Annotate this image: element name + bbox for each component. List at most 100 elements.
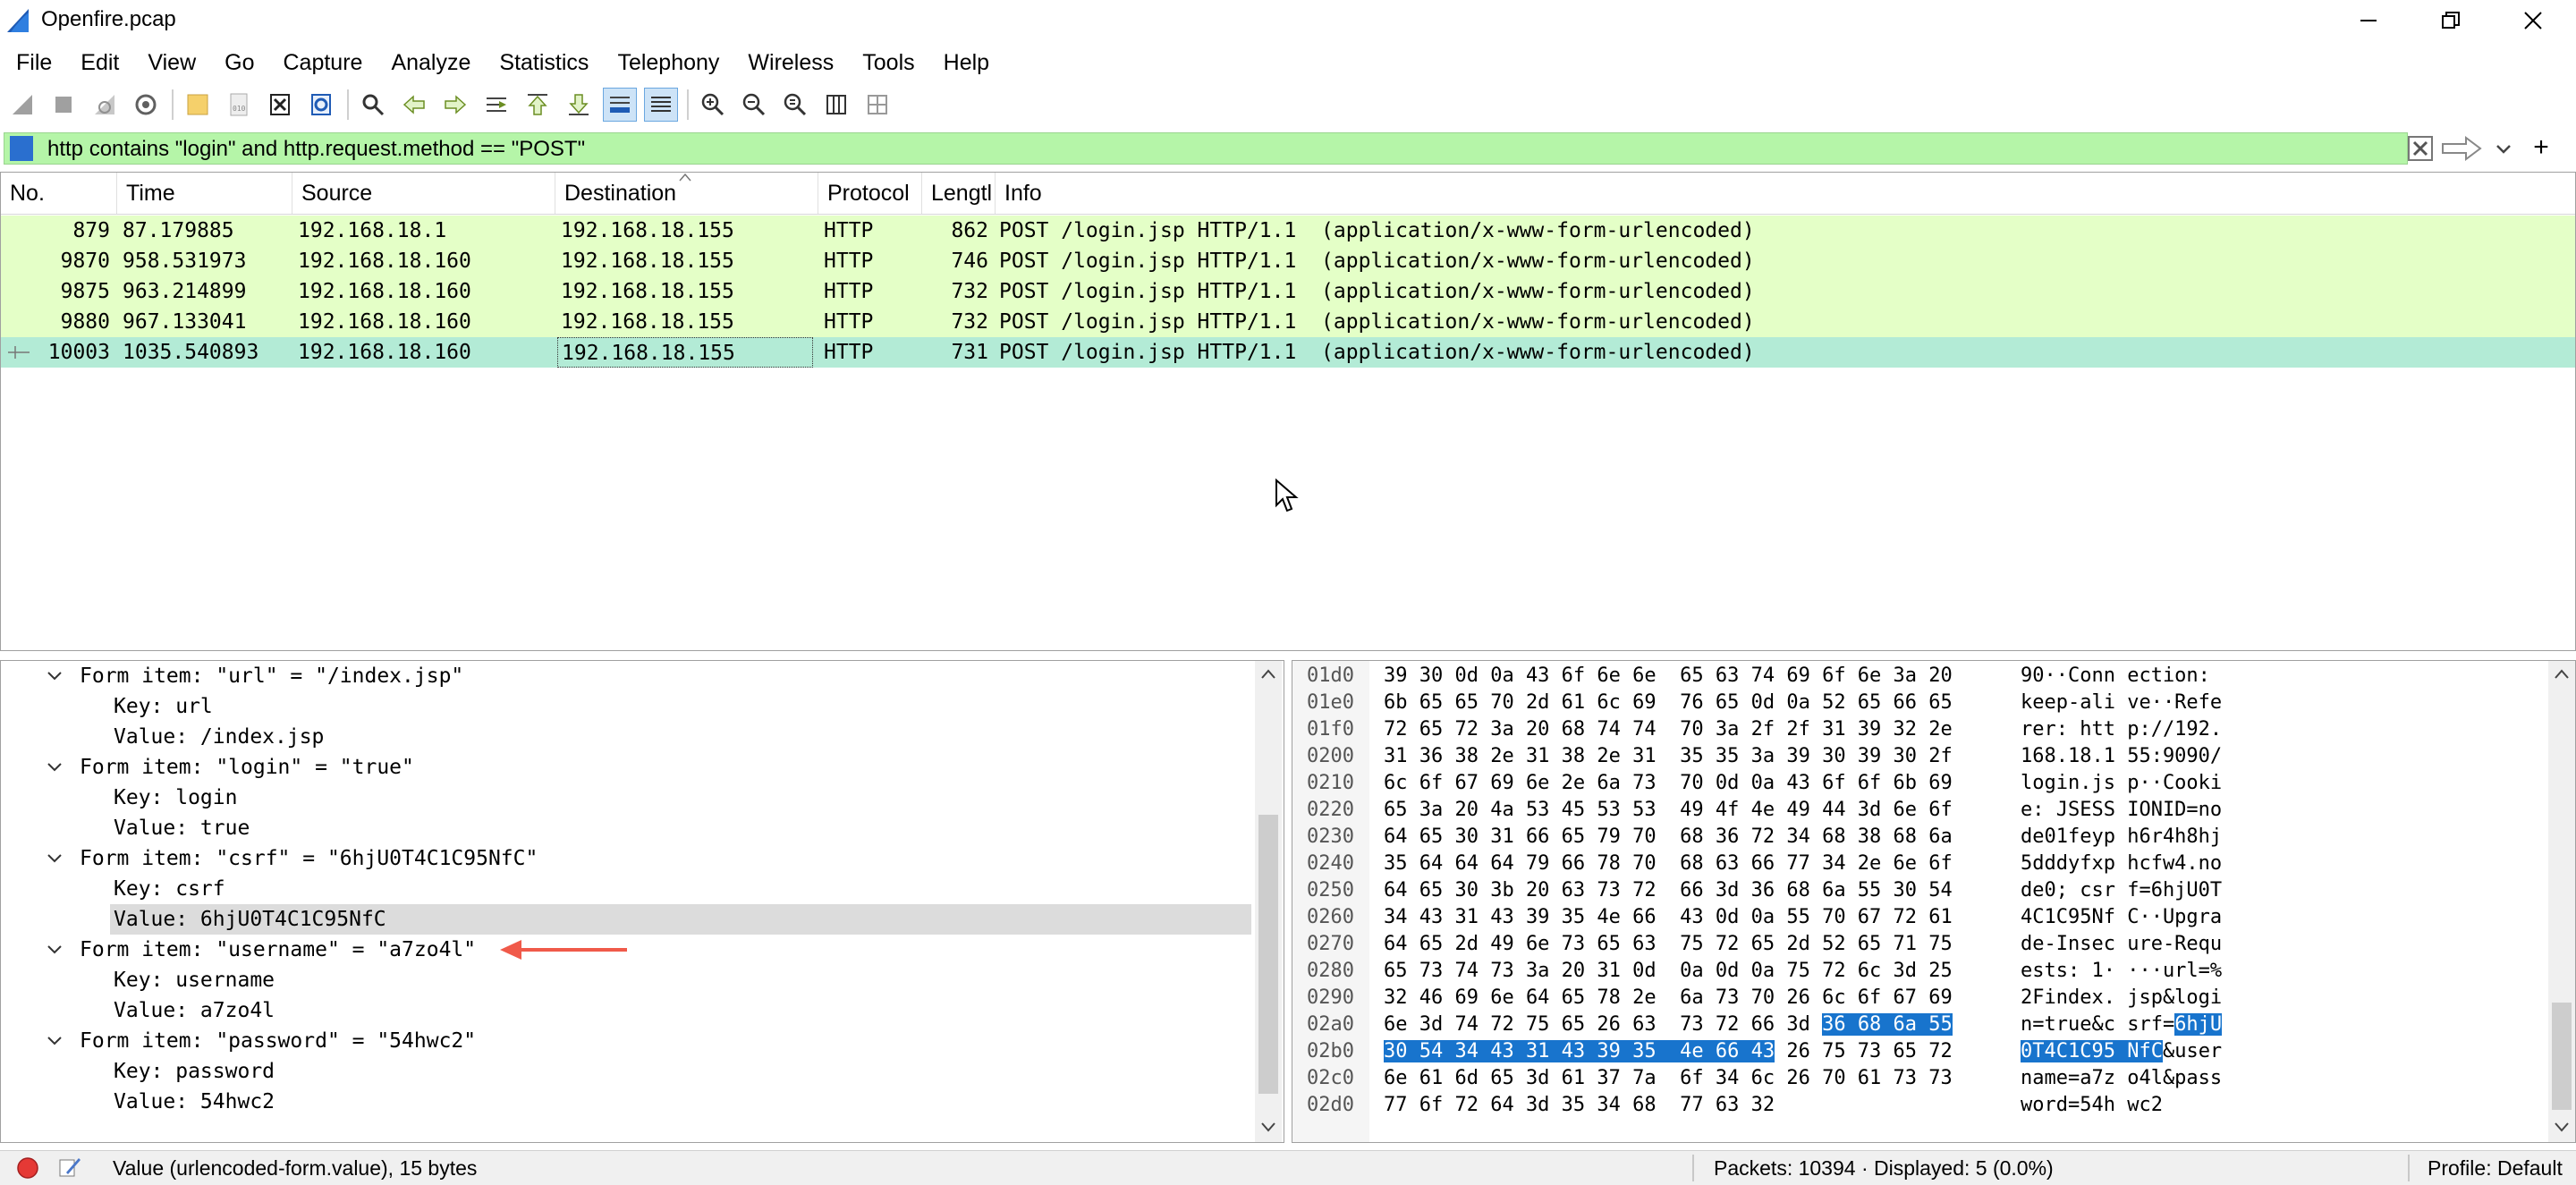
byte-hex: 26 75 73 65 72 — [1775, 1040, 1953, 1062]
menu-analyze[interactable]: Analyze — [377, 50, 485, 76]
open-file-button[interactable] — [181, 88, 215, 122]
gear-icon — [135, 94, 157, 115]
minimize-button[interactable] — [2327, 0, 2410, 41]
byte-ascii: 5dddyfxp hcfw4.no — [2021, 852, 2223, 875]
byte-ascii: &user — [2162, 1040, 2223, 1062]
menu-capture[interactable]: Capture — [269, 50, 377, 76]
chevron-down-icon[interactable] — [2491, 135, 2516, 162]
last-packet-button[interactable] — [562, 88, 596, 122]
byte-hex-selected: 30 54 34 43 31 43 39 35 4e 66 43 — [1384, 1040, 1775, 1062]
menu-help[interactable]: Help — [929, 50, 1004, 76]
menu-view[interactable]: View — [133, 50, 210, 76]
edit-comment-icon[interactable] — [57, 1155, 82, 1180]
byte-ascii: 2Findex. jsp&logi — [2021, 986, 2223, 1009]
column-header-protocol[interactable]: Protocol — [818, 173, 922, 214]
column-header-time[interactable]: Time — [117, 173, 292, 214]
byte-offset: 02c0 — [1307, 1067, 1354, 1089]
byte-hex: 64 65 30 3b 20 63 73 72 66 3d 36 68 6a 5… — [1384, 879, 1953, 901]
colorize-button[interactable] — [644, 88, 678, 122]
menu-wireless[interactable]: Wireless — [733, 50, 848, 76]
start-capture-button[interactable] — [5, 88, 39, 122]
zoom-in-button[interactable] — [696, 88, 730, 122]
apply-filter-arrow-icon[interactable] — [2439, 135, 2484, 162]
go-forward-button[interactable] — [438, 88, 472, 122]
reload-file-button[interactable] — [304, 88, 338, 122]
packet-row[interactable]: 879 87.179885 192.168.18.1 192.168.18.15… — [1, 216, 2575, 246]
status-profile[interactable]: Profile: Default — [2428, 1156, 2563, 1181]
first-packet-button[interactable] — [521, 88, 555, 122]
filter-bookmark-icon[interactable] — [10, 136, 33, 161]
packet-time: 963.214899 — [123, 280, 247, 303]
packet-row[interactable]: 9880 967.133041 192.168.18.160 192.168.1… — [1, 307, 2575, 337]
menu-telephony[interactable]: Telephony — [603, 50, 733, 76]
expert-info-error-icon[interactable] — [16, 1156, 39, 1180]
normal-size-button[interactable] — [778, 88, 812, 122]
packet-row-selected[interactable]: 10003 1035.540893 192.168.18.160 192.168… — [1, 337, 2575, 368]
tree-item-value-selected[interactable]: Value: 6hjU0T4C1C95NfC — [110, 904, 1251, 935]
packet-info: POST /login.jsp HTTP/1.1 (application/x-… — [999, 219, 1755, 242]
packet-row[interactable]: 9870 958.531973 192.168.18.160 192.168.1… — [1, 246, 2575, 276]
packet-source: 192.168.18.160 — [298, 310, 471, 334]
chevron-down-icon[interactable] — [46, 661, 64, 691]
packet-info: POST /login.jsp HTTP/1.1 (application/x-… — [999, 310, 1755, 334]
details-scrollbar[interactable] — [1255, 661, 1282, 1142]
add-filter-button[interactable]: + — [2528, 132, 2555, 163]
column-header-info[interactable]: Info — [996, 173, 2575, 214]
packet-length: 731 — [951, 341, 988, 364]
tree-item-label: Value: a7zo4l — [114, 999, 275, 1022]
go-back-button[interactable] — [397, 88, 431, 122]
byte-hex: 6e 61 6d 65 3d 61 37 7a 6f 34 6c 26 70 6… — [1384, 1067, 1953, 1089]
scrollbar-thumb[interactable] — [2552, 1003, 2572, 1110]
column-header-length[interactable]: Lengtl — [922, 173, 996, 214]
close-file-button[interactable] — [263, 88, 297, 122]
byte-offset: 0280 — [1307, 960, 1354, 982]
byte-hex: 77 6f 72 64 3d 35 34 68 77 63 32 — [1384, 1094, 1775, 1116]
scroll-down-icon[interactable] — [2554, 1121, 2570, 1133]
column-header-source[interactable]: Source — [292, 173, 555, 214]
column-header-no[interactable]: No. — [1, 173, 117, 214]
chevron-down-icon[interactable] — [46, 935, 64, 965]
sort-ascending-icon — [679, 173, 691, 182]
auto-scroll-button[interactable] — [603, 88, 637, 122]
shark-fin-icon — [13, 95, 32, 114]
packet-row[interactable]: 9875 963.214899 192.168.18.160 192.168.1… — [1, 276, 2575, 307]
scrollbar-thumb[interactable] — [1258, 815, 1278, 1094]
menu-statistics[interactable]: Statistics — [485, 50, 603, 76]
tree-item-label: Form item: "username" = "a7zo4l" — [80, 938, 477, 961]
stop-capture-button[interactable] — [47, 88, 80, 122]
menu-edit[interactable]: Edit — [66, 50, 133, 76]
byte-hex: 31 36 38 2e 31 38 2e 31 35 35 3a 39 30 3… — [1384, 745, 1953, 767]
chevron-down-icon[interactable] — [46, 843, 64, 874]
byte-offset: 0220 — [1307, 799, 1354, 821]
arrow-up-icon — [528, 94, 547, 115]
packet-time: 958.531973 — [123, 250, 247, 273]
menu-go[interactable]: Go — [210, 50, 268, 76]
capture-options-button[interactable] — [129, 88, 163, 122]
toolbar-separator — [347, 89, 349, 120]
tree-item-label: Form item: "csrf" = "6hjU0T4C1C95NfC" — [80, 847, 538, 870]
clear-filter-icon[interactable] — [2407, 135, 2434, 162]
menu-tools[interactable]: Tools — [848, 50, 928, 76]
menu-file[interactable]: File — [0, 50, 66, 76]
byte-hex: 32 46 69 6e 64 65 78 2e 6a 73 70 26 6c 6… — [1384, 986, 1953, 1009]
save-file-button[interactable]: 010 — [222, 88, 256, 122]
zoom-out-button[interactable] — [737, 88, 771, 122]
scroll-down-icon[interactable] — [1260, 1121, 1276, 1133]
chevron-down-icon[interactable] — [46, 1026, 64, 1056]
packet-destination: 192.168.18.155 — [561, 219, 734, 242]
bytes-scrollbar[interactable] — [2548, 661, 2575, 1142]
byte-hex: 6c 6f 67 69 6e 2e 6a 73 70 0d 0a 43 6f 6… — [1384, 772, 1953, 794]
scroll-up-icon[interactable] — [2554, 668, 2570, 681]
packet-destination: 192.168.18.155 — [561, 250, 734, 273]
display-filter-input[interactable]: http contains "login" and http.request.m… — [4, 132, 2511, 165]
restore-button[interactable] — [2410, 0, 2492, 41]
restart-capture-button[interactable] — [88, 88, 122, 122]
go-to-packet-button[interactable] — [479, 88, 513, 122]
chevron-down-icon[interactable] — [46, 752, 64, 783]
tree-item-label: Form item: "login" = "true" — [80, 756, 414, 779]
layout-button[interactable] — [860, 88, 894, 122]
resize-columns-button[interactable] — [819, 88, 853, 122]
scroll-up-icon[interactable] — [1260, 668, 1276, 681]
close-window-button[interactable] — [2492, 0, 2574, 41]
find-packet-button[interactable] — [356, 88, 390, 122]
